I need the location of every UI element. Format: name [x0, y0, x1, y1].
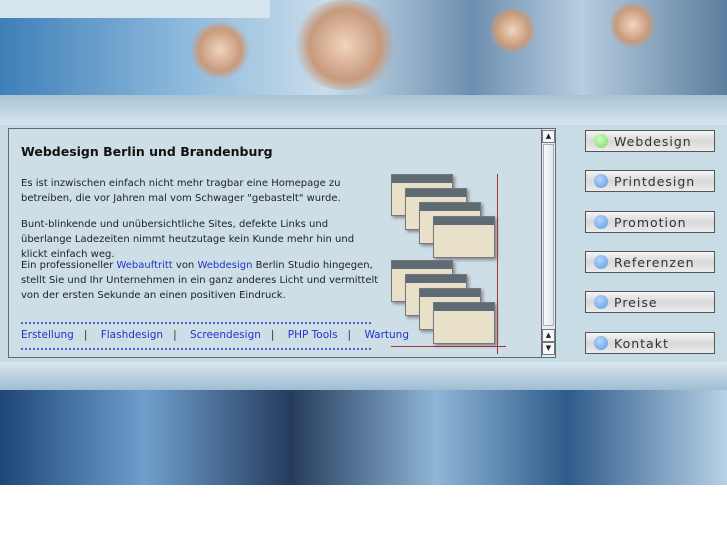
nav-label: Preise: [614, 294, 658, 310]
scroll-up-button[interactable]: ▲: [542, 329, 555, 342]
paragraph-2: Bunt-blinkende und unübersichtliche Site…: [21, 219, 355, 260]
bullet-icon: [594, 336, 608, 350]
screenshot-thumbnails-image: [391, 174, 506, 354]
bullet-icon: [594, 215, 608, 229]
separator: |: [347, 329, 352, 341]
text: von: [172, 260, 198, 271]
webauftritt-link[interactable]: Webauftritt: [116, 260, 172, 271]
link-erstellung[interactable]: Erstellung: [21, 329, 74, 341]
separator: |: [83, 329, 88, 341]
link-flashdesign[interactable]: Flashdesign: [101, 329, 163, 341]
separator: |: [270, 329, 275, 341]
paragraph-3: Ein professioneller Webauftritt von Webd…: [21, 258, 381, 303]
nav-label: Printdesign: [614, 173, 696, 189]
footer-band: [0, 362, 727, 390]
content-panel: Webdesign Berlin und Brandenburg Es ist …: [8, 128, 556, 358]
nav-label: Webdesign: [614, 133, 692, 149]
nav-kontakt[interactable]: Kontakt: [585, 332, 715, 354]
bullet-icon: [594, 174, 608, 188]
header-banner-image: [0, 0, 727, 95]
webdesign-link[interactable]: Webdesign: [197, 260, 252, 271]
nav-label: Referenzen: [614, 254, 695, 270]
divider: [21, 322, 371, 324]
link-php-tools[interactable]: PHP Tools: [288, 329, 338, 341]
bullet-icon: [594, 255, 608, 269]
bullet-icon: [594, 134, 608, 148]
footer-banner-image: [0, 390, 727, 485]
page-title: Webdesign Berlin und Brandenburg: [21, 144, 273, 159]
nav-webdesign[interactable]: Webdesign: [585, 130, 715, 152]
divider: [21, 348, 371, 350]
text: Ein professioneller: [21, 260, 117, 271]
header-band: [0, 95, 727, 125]
nav-printdesign[interactable]: Printdesign: [585, 170, 715, 192]
paragraph-1: Es ist inzwischen einfach nicht mehr tra…: [21, 178, 341, 204]
nav-preise[interactable]: Preise: [585, 291, 715, 313]
nav-label: Kontakt: [614, 335, 669, 351]
separator: |: [173, 329, 177, 341]
link-screendesign[interactable]: Screendesign: [190, 329, 261, 341]
vertical-scrollbar[interactable]: ▲ ▲ ▼: [541, 129, 555, 357]
scroll-up-button[interactable]: ▲: [542, 130, 555, 143]
page: Webdesign Berlin und Brandenburg Es ist …: [0, 0, 727, 485]
nav-referenzen[interactable]: Referenzen: [585, 251, 715, 273]
sub-links: Erstellung | Flashdesign | Screendesign | P…: [21, 329, 409, 341]
bullet-icon: [594, 295, 608, 309]
scrollbar-thumb[interactable]: [543, 144, 554, 326]
nav-promotion[interactable]: Promotion: [585, 211, 715, 233]
scroll-down-button[interactable]: ▼: [542, 342, 555, 355]
nav-label: Promotion: [614, 214, 687, 230]
